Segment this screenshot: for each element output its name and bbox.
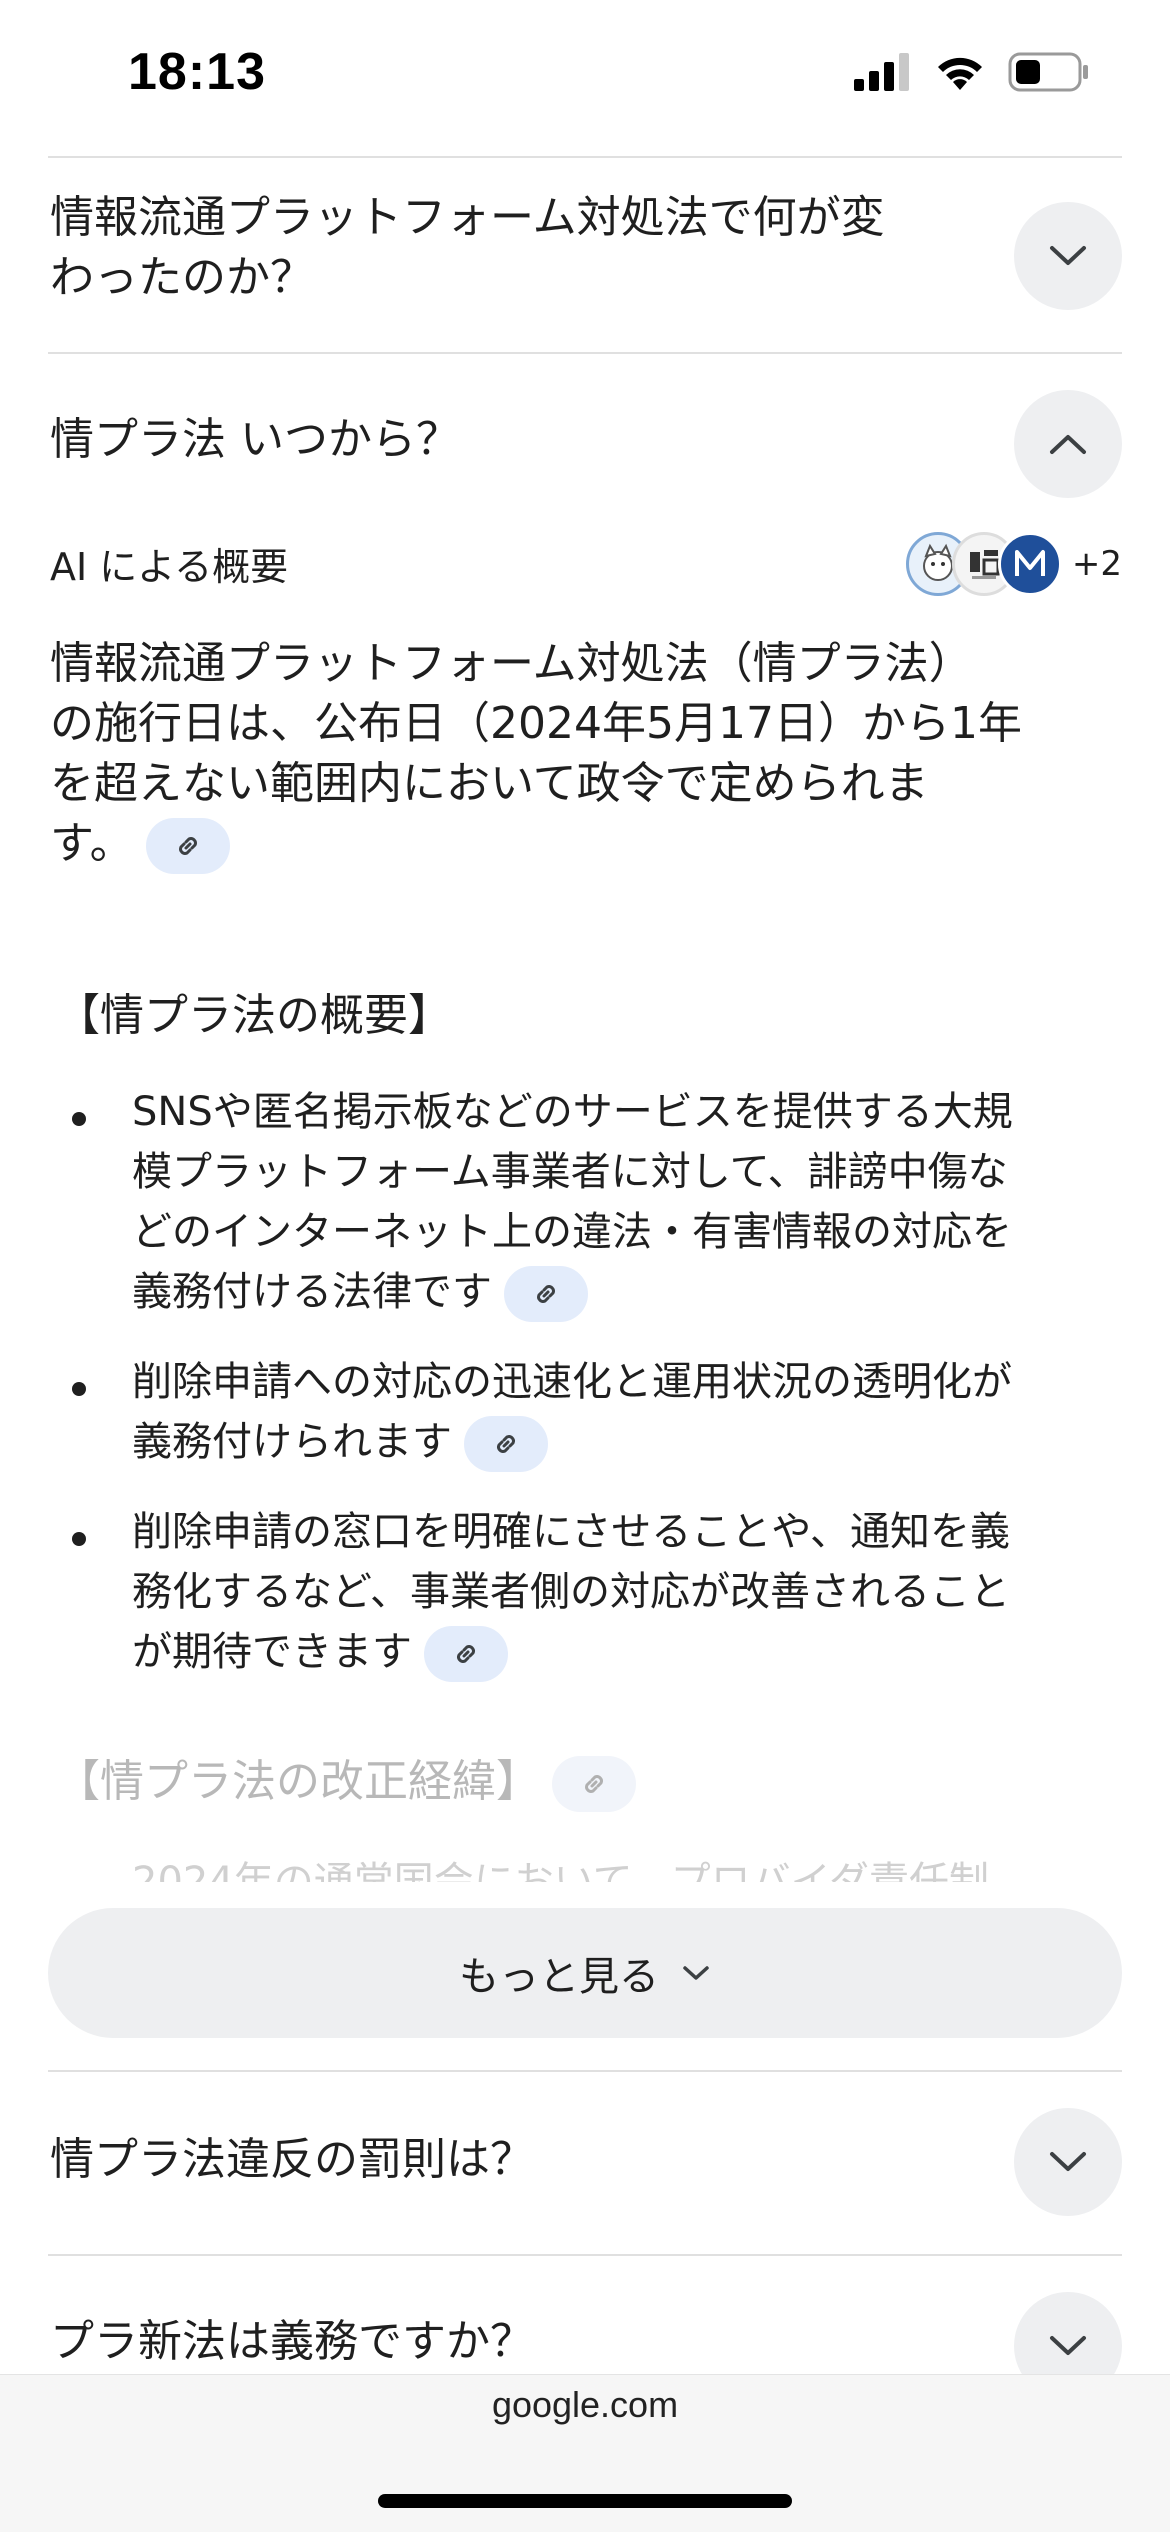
divider — [48, 2254, 1122, 2256]
faq-question[interactable]: 情プラ法違反の罰則は？ — [50, 2130, 970, 2190]
summary-line: を超えない範囲内において政令で定められま — [50, 758, 929, 809]
link-icon — [497, 1435, 515, 1453]
m-logo-avatar[interactable] — [997, 532, 1062, 596]
bullet-line-last: が期待できます — [132, 1622, 1112, 1682]
bullet-line: 務化するなど、事業者側の対応が改善されること — [132, 1569, 1010, 1615]
chevron-down-icon — [1050, 246, 1086, 265]
link-icon — [585, 1775, 603, 1793]
bullet-line: 削除申請への対応の迅速化と運用状況の透明化が — [132, 1359, 1012, 1405]
battery-icon — [1008, 52, 1088, 92]
ai-overview-label: AI による概要 — [50, 545, 289, 589]
faq-question-line: わったのか？ — [50, 252, 314, 303]
bullet-line: どのインターネット上の違法・有害情報の対応を — [132, 1209, 1012, 1255]
section-heading-text: 【情プラ法の改正経緯】 — [56, 1756, 540, 1807]
wifi-icon — [938, 57, 982, 90]
faded-section-heading: 【情プラ法の改正経緯】 — [56, 1752, 636, 1812]
bullet-line: 義務付ける法律です — [132, 1269, 492, 1315]
link-icon — [457, 1645, 475, 1663]
source-avatars[interactable]: +2 — [905, 532, 1122, 596]
cellular-signal-icon — [854, 53, 909, 91]
bullet-dot — [72, 1382, 86, 1396]
ai-overview-summary: 情報流通プラットフォーム対処法（情プラ法） の施行日は、公布日（2024年5月1… — [50, 634, 1130, 874]
status-icons — [854, 52, 1090, 92]
chevron-up-icon — [1050, 435, 1086, 454]
faq-question-line: 情報流通プラットフォーム対処法で何が変 — [50, 192, 885, 243]
summary-line-last: す。 — [50, 814, 1130, 874]
bullet-line: 義務付けられます — [132, 1419, 452, 1465]
m-logo-icon — [1014, 550, 1045, 576]
source-link-chip[interactable] — [504, 1266, 588, 1322]
bullet-dot — [72, 1112, 86, 1126]
faq-question[interactable]: プラ新法は義務ですか？ — [50, 2312, 970, 2372]
url-text[interactable]: google.com — [0, 2384, 1170, 2426]
source-link-chip[interactable] — [145, 818, 230, 874]
summary-line: す。 — [50, 818, 134, 869]
bullet-line: SNSや匿名掲示板などのサービスを提供する大規 — [132, 1089, 1013, 1135]
chevron-down-icon — [683, 1966, 709, 1980]
show-more-button[interactable]: もっと見る — [48, 1908, 1122, 2038]
expand-button[interactable] — [1014, 202, 1122, 310]
source-link-chip[interactable] — [464, 1416, 548, 1472]
summary-line: 情報流通プラットフォーム対処法（情プラ法） — [50, 638, 973, 689]
bullet-line-last: 義務付ける法律です — [132, 1262, 1112, 1322]
divider — [48, 352, 1122, 354]
divider — [48, 2070, 1122, 2072]
home-indicator[interactable] — [378, 2494, 792, 2508]
screen: 18:13 情報流通プラットフォーム対処法で何が変 わったのか？ 情プラ法 いつ… — [0, 0, 1170, 2532]
faq-question[interactable]: 情報流通プラットフォーム対処法で何が変 わったのか？ — [50, 188, 970, 308]
bullet-item: 削除申請の窓口を明確にさせることや、通知を義 務化するなど、事業者側の対応が改善… — [132, 1502, 1112, 1682]
link-icon — [537, 1285, 555, 1303]
section-heading: 【情プラ法の概要】 — [56, 990, 452, 1041]
link-icon — [178, 837, 197, 855]
divider — [48, 156, 1122, 158]
status-time: 18:13 — [128, 43, 266, 101]
status-bar: 18:13 — [0, 0, 1170, 150]
source-link-chip[interactable] — [424, 1626, 508, 1682]
bullet-line: が期待できます — [132, 1629, 412, 1675]
more-sources-count[interactable]: +2 — [1072, 544, 1122, 584]
bullet-line: 模プラットフォーム事業者に対して、誹謗中傷な — [132, 1149, 1008, 1195]
faded-bullet-line: 2024年の通常国会において、プロバイダ責任制 — [132, 1859, 989, 1882]
summary-line: の施行日は、公布日（2024年5月17日）から1年 — [50, 698, 1022, 749]
source-link-chip[interactable] — [552, 1756, 636, 1812]
chevron-down-icon — [1050, 2336, 1086, 2355]
show-more-label: もっと見る — [459, 1954, 659, 2000]
collapse-button[interactable] — [1014, 390, 1122, 498]
bullet-line-last: 義務付けられます — [132, 1412, 1112, 1472]
bullet-item: 削除申請への対応の迅速化と運用状況の透明化が 義務付けられます — [132, 1352, 1112, 1472]
expand-button[interactable] — [1014, 2108, 1122, 2216]
bullet-dot — [72, 1532, 86, 1546]
chevron-down-icon — [1050, 2152, 1086, 2171]
faq-question[interactable]: 情プラ法 いつから？ — [50, 410, 970, 470]
bullet-item: SNSや匿名掲示板などのサービスを提供する大規 模プラットフォーム事業者に対して… — [132, 1082, 1112, 1322]
bullet-line: 削除申請の窓口を明確にさせることや、通知を義 — [132, 1509, 1010, 1555]
